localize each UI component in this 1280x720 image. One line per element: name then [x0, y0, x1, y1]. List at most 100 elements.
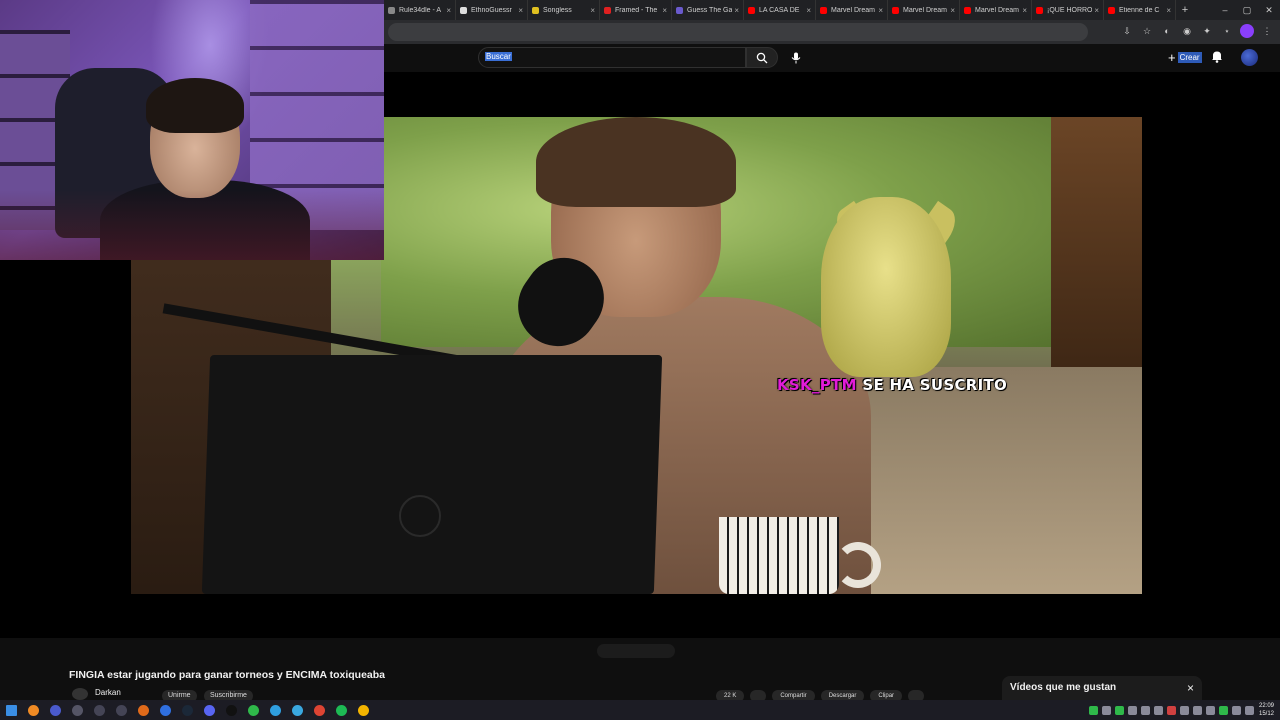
tray-icon[interactable] [1180, 705, 1189, 715]
tray-icon[interactable] [1206, 705, 1215, 715]
tab-close-icon[interactable]: × [1166, 6, 1171, 15]
scene-laptop [201, 355, 663, 594]
tab-close-icon[interactable]: × [734, 6, 739, 15]
browser-tab[interactable]: Marvel Dream × [816, 0, 888, 20]
browser-tab[interactable]: Guess The Ga × [672, 0, 744, 20]
puzzle-icon[interactable]: ✦ [1200, 24, 1214, 38]
streamlabs-icon[interactable] [154, 700, 176, 720]
clock[interactable]: 22:09 15/12 [1259, 702, 1274, 718]
tab-close-icon[interactable]: × [518, 6, 523, 15]
tray-icon[interactable] [1089, 705, 1098, 715]
windows-icon[interactable] [0, 700, 22, 720]
browser-tab[interactable]: Marvel Dream × [888, 0, 960, 20]
steam-icon[interactable] [176, 700, 198, 720]
orange-app-icon[interactable] [132, 700, 154, 720]
scene-mug-handle [835, 542, 881, 588]
search-button[interactable] [746, 47, 778, 68]
tab-close-icon[interactable]: × [878, 6, 883, 15]
tab-favicon-icon [604, 6, 611, 14]
search-icon[interactable] [22, 700, 44, 720]
notifications-button[interactable] [1211, 50, 1223, 68]
app-icon[interactable] [66, 700, 88, 720]
tab-close-icon[interactable]: × [1094, 6, 1099, 15]
chrome-app-icon[interactable] [308, 700, 330, 720]
maximize-button[interactable]: ▢ [1236, 0, 1258, 20]
tab-favicon-icon [1108, 6, 1115, 14]
tray-icon[interactable] [1102, 705, 1111, 715]
bookmarks-icon[interactable]: ⋆ [1220, 24, 1234, 38]
taskbar-app-glyph [27, 704, 39, 716]
search-input[interactable]: Buscar [478, 47, 746, 68]
minimize-button[interactable]: – [1214, 0, 1236, 20]
tab-title: Guess The Ga [687, 6, 733, 14]
window-controls: – ▢ ✕ [1214, 0, 1280, 20]
menu-icon[interactable]: ⋮ [1260, 24, 1274, 38]
spotify-icon[interactable] [330, 700, 352, 720]
close-icon[interactable]: × [1187, 681, 1194, 695]
tray-icon[interactable] [1141, 705, 1150, 715]
tab-title: Marvel Dream [975, 6, 1019, 14]
tiktok-icon[interactable] [220, 700, 242, 720]
cam-streamer-hair [146, 78, 244, 133]
address-bar[interactable] [388, 23, 1088, 41]
browser-tab[interactable]: Etienne de C × [1104, 0, 1176, 20]
close-window-button[interactable]: ✕ [1258, 0, 1280, 20]
check-app-icon[interactable] [264, 700, 286, 720]
tray-icon[interactable] [1128, 705, 1137, 715]
scene-window-frame [1051, 117, 1142, 377]
tray-icon[interactable] [1115, 705, 1124, 715]
create-button[interactable]: + Crear [1168, 50, 1202, 65]
tray-icon[interactable] [1154, 705, 1163, 715]
tab-close-icon[interactable]: × [806, 6, 811, 15]
window-app-icon[interactable] [110, 700, 132, 720]
bookmark-star-icon[interactable]: ☆ [1140, 24, 1154, 38]
browser-tab[interactable]: Rule34dle - A × [384, 0, 456, 20]
channel-avatar[interactable] [72, 688, 88, 700]
tab-title: Marvel Dream [903, 6, 947, 14]
new-tab-button[interactable]: + [1176, 4, 1194, 16]
discord-icon[interactable] [198, 700, 220, 720]
vpn-icon[interactable] [44, 700, 66, 720]
cam-floor-glow [0, 190, 384, 260]
refresh-app-icon[interactable] [286, 700, 308, 720]
search-icon [756, 52, 768, 63]
webcam-overlay [0, 0, 384, 260]
alert-username: KSK_PTM [777, 376, 857, 394]
tab-close-icon[interactable]: × [662, 6, 667, 15]
tab-close-icon[interactable]: × [950, 6, 955, 15]
voice-search-button[interactable] [787, 49, 804, 66]
green-app-icon[interactable] [242, 700, 264, 720]
taskbar-app-glyph [313, 704, 325, 716]
extension-icon[interactable]: ◐ [1160, 24, 1174, 38]
volume-icon[interactable] [1245, 705, 1254, 715]
player-scrub-pill[interactable] [597, 644, 675, 658]
tray-icon[interactable] [1193, 705, 1202, 715]
account-avatar[interactable] [1241, 49, 1258, 66]
browser-tab[interactable]: Framed - The × [600, 0, 672, 20]
arrow-app-icon[interactable] [88, 700, 110, 720]
install-icon[interactable]: ⇩ [1120, 24, 1134, 38]
browser-tab[interactable]: Songless × [528, 0, 600, 20]
bell-icon [1212, 51, 1222, 63]
profile-icon[interactable] [1240, 24, 1254, 38]
browser-tab[interactable]: ¡QUE HORRO × [1032, 0, 1104, 20]
chrome-icon[interactable] [352, 700, 374, 720]
sync-icon[interactable]: ◉ [1180, 24, 1194, 38]
system-tray [1089, 700, 1254, 720]
browser-tab[interactable]: LA CASA DE × [744, 0, 816, 20]
browser-tab[interactable]: EthnoGuessr × [456, 0, 528, 20]
tab-close-icon[interactable]: × [446, 6, 451, 15]
browser-tab[interactable]: Marvel Dream × [960, 0, 1032, 20]
tab-title: Rule34dle - A [399, 6, 442, 14]
channel-name[interactable]: Darkan [95, 688, 121, 697]
scene-mug [719, 517, 839, 594]
tab-close-icon[interactable]: × [1022, 6, 1027, 15]
tab-title: Songless [543, 6, 572, 14]
tab-close-icon[interactable]: × [590, 6, 595, 15]
clock-time: 22:09 [1258, 703, 1274, 709]
wifi-icon[interactable] [1232, 705, 1241, 715]
tray-icon[interactable] [1167, 705, 1176, 715]
tab-favicon-icon [460, 6, 467, 14]
tray-icon[interactable] [1219, 705, 1228, 715]
tab-title: Etienne de C [1119, 6, 1160, 14]
